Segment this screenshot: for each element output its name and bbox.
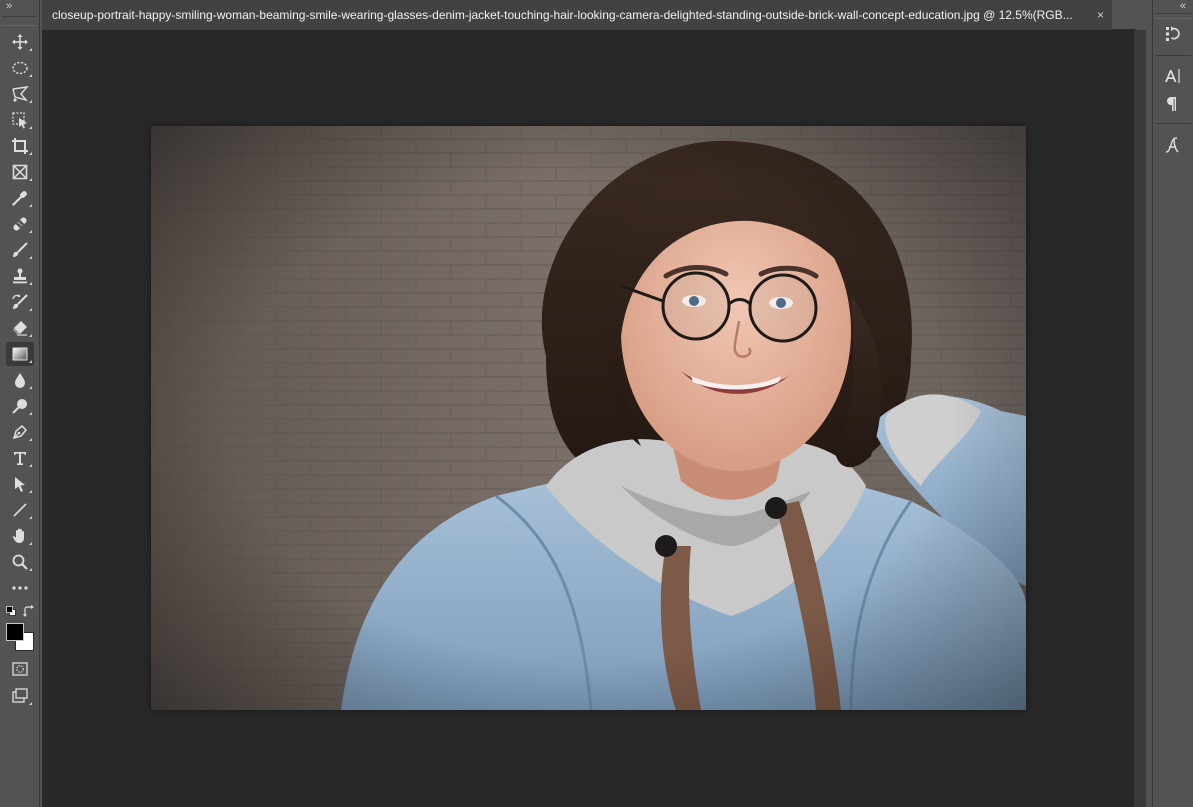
screen-mode-button[interactable] <box>6 684 34 708</box>
magnifier-icon <box>12 554 28 570</box>
pen-icon <box>12 424 28 440</box>
blur-tool[interactable] <box>6 368 34 392</box>
glyphs-icon <box>1165 137 1179 153</box>
tools-panel: » <box>0 0 40 807</box>
object-selection-icon <box>12 112 27 129</box>
quick-mask-button[interactable] <box>6 657 34 681</box>
toolbar-grip[interactable] <box>2 16 37 26</box>
document-title: closeup-portrait-happy-smiling-woman-bea… <box>52 8 1073 22</box>
elliptical-marquee-tool[interactable] <box>6 56 34 80</box>
pen-tool[interactable] <box>6 420 34 444</box>
zoom-tool[interactable] <box>6 550 34 574</box>
character-panel-button[interactable] <box>1159 64 1185 88</box>
dock-separator <box>1155 123 1191 124</box>
dodge-tool[interactable] <box>6 394 34 418</box>
eraser-tool[interactable] <box>6 316 34 340</box>
dock-separator <box>1155 55 1191 56</box>
document-tab-bar: closeup-portrait-happy-smiling-woman-bea… <box>42 0 1136 30</box>
paragraph-panel-button[interactable] <box>1159 92 1185 116</box>
type-icon <box>14 452 26 465</box>
object-selection-tool[interactable] <box>6 108 34 132</box>
ellipse-marquee-icon <box>12 61 28 75</box>
dock-grip[interactable] <box>1155 13 1191 19</box>
history-icon <box>1166 26 1180 41</box>
clone-stamp-tool[interactable] <box>6 264 34 288</box>
gradient-tool[interactable] <box>6 342 34 366</box>
stamp-icon <box>13 268 27 284</box>
dodge-icon <box>12 399 27 414</box>
eraser-icon <box>13 321 27 336</box>
frame-icon <box>12 164 28 180</box>
gradient-icon <box>12 347 28 361</box>
default-colors-icon[interactable] <box>6 606 16 616</box>
hand-icon <box>12 528 24 543</box>
crop-icon <box>12 138 28 154</box>
line-tool[interactable] <box>6 498 34 522</box>
photoshop-window: » closeup-portrait-happy-smiling-woman-b… <box>0 0 1193 807</box>
paragraph-icon <box>1167 97 1176 111</box>
crop-tool[interactable] <box>6 134 34 158</box>
history-brush-icon <box>12 294 28 309</box>
polygonal-lasso-tool[interactable] <box>6 82 34 106</box>
screen-mode-icon <box>12 688 28 703</box>
history-brush-tool[interactable] <box>6 290 34 314</box>
healing-brush-tool[interactable] <box>6 212 34 236</box>
close-document-icon[interactable]: × <box>1097 0 1104 30</box>
canvas-workspace[interactable] <box>42 30 1134 807</box>
edit-toolbar-button[interactable] <box>6 576 34 600</box>
polygonal-lasso-icon <box>12 86 29 102</box>
line-icon <box>13 503 27 517</box>
type-tool[interactable] <box>6 446 34 470</box>
document-photo[interactable] <box>151 126 1026 710</box>
swap-colors-icon[interactable] <box>22 605 34 617</box>
bandage-icon <box>13 217 27 231</box>
brush-tool[interactable] <box>6 238 34 262</box>
glyphs-panel-button[interactable] <box>1159 133 1185 157</box>
panel-dock: « <box>1152 0 1193 807</box>
quick-mask-icon <box>12 662 28 676</box>
eyedropper-tool[interactable] <box>6 186 34 210</box>
eyedropper-icon <box>12 191 27 206</box>
arrow-select-icon <box>15 477 25 492</box>
collapse-dock-icon[interactable]: « <box>1180 0 1186 12</box>
document-tab[interactable]: closeup-portrait-happy-smiling-woman-bea… <box>42 0 1112 30</box>
move-icon <box>12 34 28 50</box>
character-icon <box>1165 69 1180 83</box>
hand-tool[interactable] <box>6 524 34 548</box>
collapse-toolbar-icon[interactable]: » <box>6 0 12 12</box>
portrait-photo-image <box>151 126 1026 710</box>
path-selection-tool[interactable] <box>6 472 34 496</box>
move-tool[interactable] <box>6 30 34 54</box>
foreground-color-swatch[interactable] <box>6 623 24 641</box>
ellipsis-icon <box>12 586 28 590</box>
frame-tool[interactable] <box>6 160 34 184</box>
droplet-icon <box>15 373 25 388</box>
brush-icon <box>13 242 28 257</box>
vertical-scrollbar[interactable] <box>1134 30 1146 807</box>
history-panel-button[interactable] <box>1159 22 1185 46</box>
